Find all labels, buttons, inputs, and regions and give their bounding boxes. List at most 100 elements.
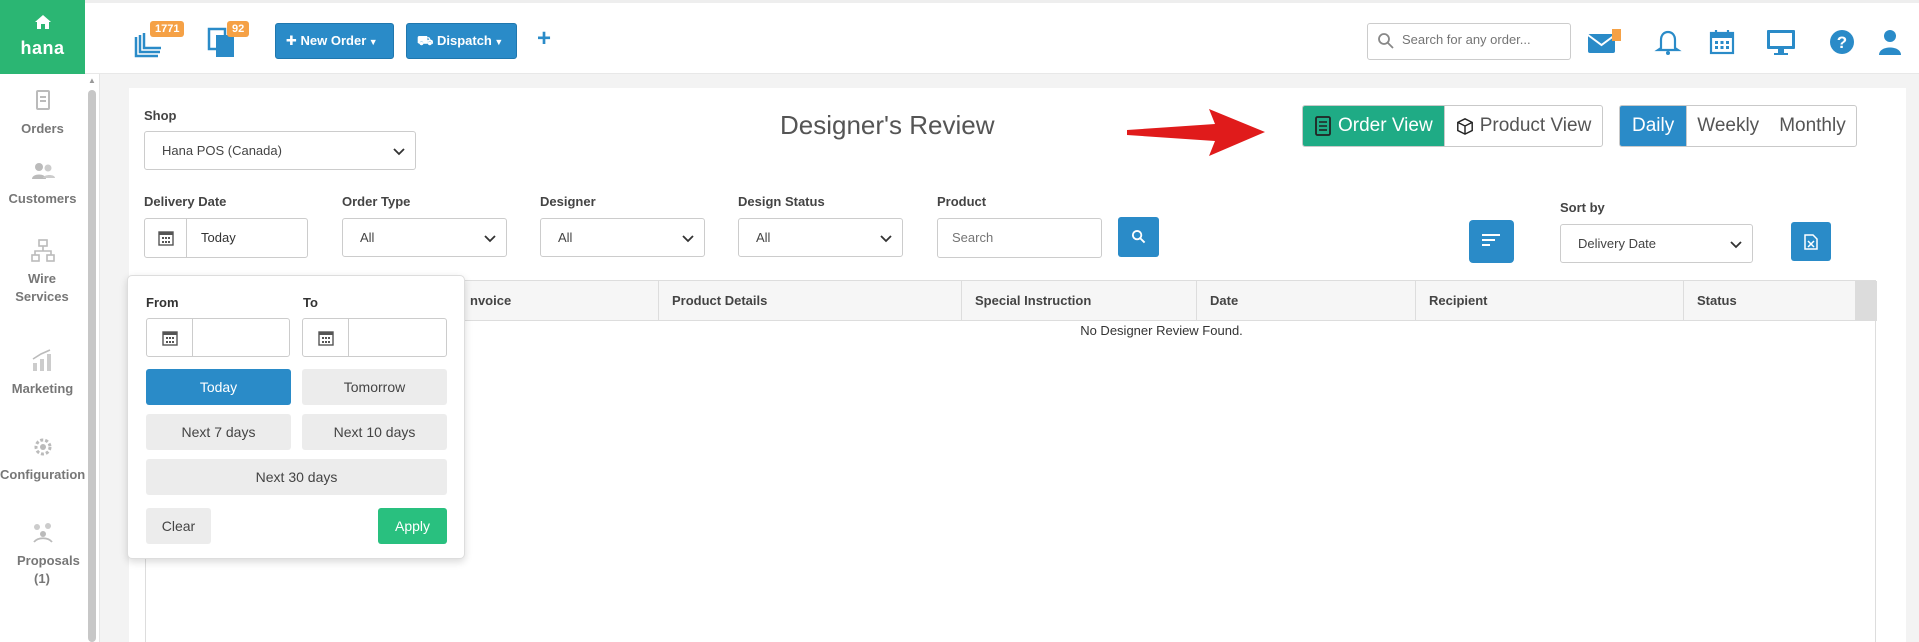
- sidebar: hana Orders Customers Wire Services Mark…: [0, 0, 100, 642]
- from-label: From: [146, 295, 179, 310]
- sidebar-item-label: Wire Services: [15, 271, 69, 304]
- column-header-product-details[interactable]: Product Details: [658, 281, 960, 321]
- daily-button[interactable]: Daily: [1620, 106, 1687, 146]
- designer-select[interactable]: All: [540, 218, 705, 257]
- to-date-input[interactable]: [302, 318, 447, 357]
- user-profile-button[interactable]: [1875, 27, 1905, 57]
- column-header-special-instruction[interactable]: Special Instruction: [961, 281, 1195, 321]
- copies-count-badge: 92: [227, 21, 250, 37]
- from-date-input[interactable]: [146, 318, 290, 357]
- sidebar-scrollbar[interactable]: [88, 90, 96, 642]
- sidebar-item-label: Configuration: [0, 467, 86, 482]
- package-icon: [1456, 117, 1473, 135]
- column-header-recipient[interactable]: Recipient: [1415, 281, 1683, 321]
- orders-stack-button[interactable]: 1771: [130, 21, 185, 59]
- next-30-days-button[interactable]: Next 30 days: [146, 459, 447, 495]
- document-icon: [1315, 116, 1331, 136]
- bell-icon: [1654, 30, 1682, 55]
- brand-home-link[interactable]: hana: [0, 0, 85, 74]
- messages-button[interactable]: [1587, 27, 1623, 57]
- app: hana Orders Customers Wire Services Mark…: [0, 0, 1919, 642]
- copies-button[interactable]: 92: [205, 21, 250, 59]
- design-status-select[interactable]: All: [738, 218, 903, 257]
- shop-label: Shop: [144, 108, 177, 123]
- order-type-select[interactable]: All: [342, 218, 507, 257]
- svg-text:?: ?: [1837, 33, 1847, 52]
- truck-icon: ⛟: [417, 33, 437, 48]
- sidebar-item-customers[interactable]: Customers: [0, 153, 85, 238]
- chevron-down-icon: [393, 148, 405, 156]
- product-label: Product: [937, 194, 987, 209]
- configuration-icon: [30, 434, 56, 460]
- empty-state-message: No Designer Review Found.: [1080, 323, 1243, 338]
- sidebar-item-label: Customers: [8, 191, 77, 206]
- help-button[interactable]: ?: [1827, 27, 1857, 57]
- excel-file-icon: [1804, 234, 1818, 250]
- product-search: [937, 218, 1102, 258]
- sort-by-select[interactable]: Delivery Date: [1560, 224, 1753, 263]
- search-icon: [1131, 229, 1146, 244]
- sidebar-item-label: Marketing: [11, 381, 74, 396]
- weekly-button[interactable]: Weekly: [1686, 106, 1769, 146]
- tomorrow-button[interactable]: Tomorrow: [302, 369, 447, 405]
- marketing-icon: [30, 348, 56, 374]
- new-order-button[interactable]: ✚ New Order ▼: [275, 23, 394, 59]
- product-search-button[interactable]: [1118, 217, 1159, 257]
- to-label: To: [303, 295, 318, 310]
- sidebar-item-wire-services[interactable]: Wire Services: [0, 238, 85, 344]
- add-button[interactable]: +: [537, 25, 551, 53]
- delivery-date-input[interactable]: Today: [144, 218, 308, 258]
- sort-lines-icon: [1482, 234, 1500, 246]
- caret-down-icon: ▼: [491, 37, 504, 47]
- product-search-input[interactable]: [952, 230, 1092, 245]
- chevron-down-icon: [484, 235, 496, 243]
- order-search-input[interactable]: [1402, 32, 1562, 47]
- help-icon: ?: [1830, 30, 1854, 54]
- period-toggle: Daily Weekly Monthly: [1619, 105, 1857, 147]
- dispatch-button[interactable]: ⛟ Dispatch ▼: [406, 23, 517, 59]
- monthly-button[interactable]: Monthly: [1769, 106, 1856, 146]
- order-view-button[interactable]: Order View: [1303, 106, 1444, 146]
- next-7-days-button[interactable]: Next 7 days: [146, 414, 291, 450]
- design-status-label: Design Status: [738, 194, 825, 209]
- export-excel-button[interactable]: [1791, 222, 1831, 261]
- plus-icon: ✚: [286, 33, 301, 48]
- column-header-status[interactable]: Status: [1683, 281, 1855, 321]
- notifications-button[interactable]: [1653, 27, 1683, 57]
- column-header-date[interactable]: Date: [1196, 281, 1415, 321]
- sidebar-item-configuration[interactable]: Configuration: [0, 430, 85, 516]
- page-title: Designer's Review: [780, 110, 995, 140]
- customers-icon: [30, 158, 56, 184]
- sidebar-nav: Orders Customers Wire Services Marketing: [0, 88, 85, 602]
- brand-name: hana: [20, 38, 65, 58]
- delivery-date-value: Today: [201, 230, 236, 245]
- user-icon: [1879, 30, 1901, 55]
- sidebar-item-label: Orders: [21, 121, 64, 136]
- view-toggle: Order View Product View: [1302, 105, 1604, 147]
- caret-down-icon: ▼: [366, 37, 378, 47]
- calendar-button[interactable]: [1707, 27, 1737, 57]
- sidebar-item-marketing[interactable]: Marketing: [0, 344, 85, 430]
- column-header-invoice[interactable]: nvoice: [457, 281, 662, 321]
- display-button[interactable]: [1764, 27, 1798, 57]
- clear-button[interactable]: Clear: [146, 508, 211, 544]
- red-arrow-annotation-icon: [1127, 109, 1265, 156]
- sort-order-button[interactable]: [1469, 220, 1514, 263]
- monitor-icon: [1767, 30, 1795, 55]
- sidebar-item-label: Proposals (1): [17, 553, 80, 586]
- order-search: [1367, 23, 1571, 60]
- home-icon: [0, 14, 85, 34]
- sidebar-item-proposals[interactable]: Proposals (1): [0, 516, 85, 602]
- calendar-icon: [1709, 30, 1735, 55]
- chevron-down-icon: [1730, 241, 1742, 249]
- sidebar-item-orders[interactable]: Orders: [0, 88, 85, 153]
- product-view-button[interactable]: Product View: [1443, 106, 1603, 146]
- shop-select[interactable]: Hana POS (Canada): [144, 131, 416, 170]
- next-10-days-button[interactable]: Next 10 days: [302, 414, 447, 450]
- scroll-up-arrow[interactable]: ▲: [88, 76, 96, 85]
- today-button[interactable]: Today: [146, 369, 291, 405]
- apply-button[interactable]: Apply: [378, 508, 447, 544]
- date-range-popup: From To Today Tomorrow Next 7 days Next …: [127, 275, 465, 559]
- order-type-label: Order Type: [342, 194, 411, 209]
- calendar-icon: [162, 331, 178, 346]
